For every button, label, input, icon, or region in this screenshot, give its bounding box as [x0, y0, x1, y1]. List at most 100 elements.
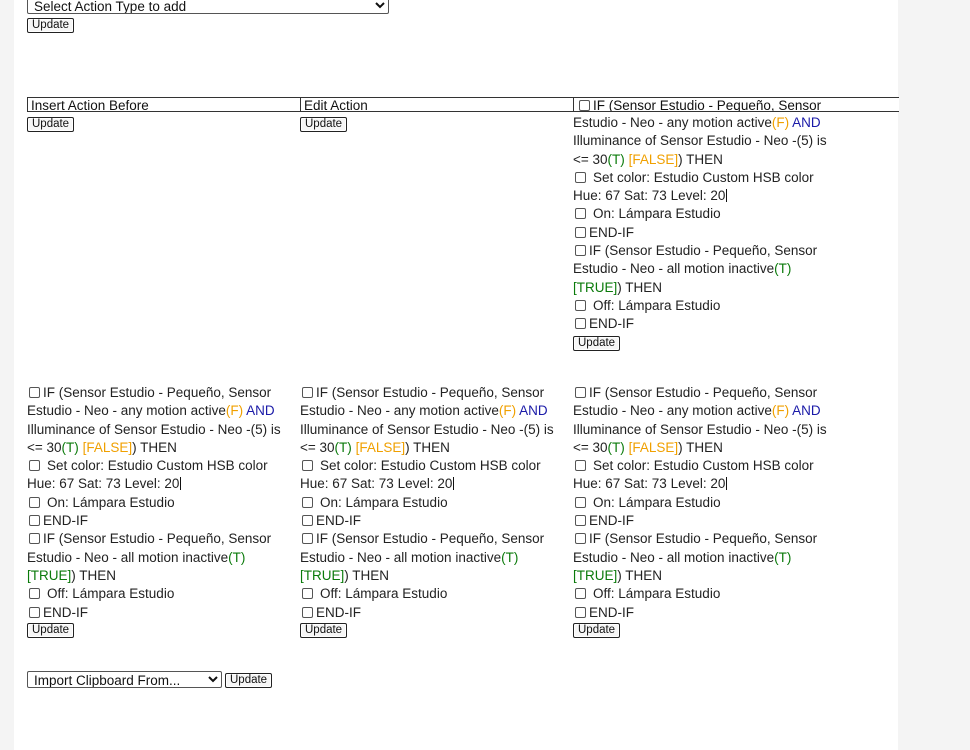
off-text: Off: Lámpara Estudio: [593, 297, 721, 313]
off-text: Off: Lámpara Estudio: [593, 586, 721, 602]
endif-line: END-IF: [27, 512, 295, 530]
endif2-line: END-IF: [573, 315, 841, 333]
if1-true-marker: (T): [607, 439, 625, 455]
if2-checkbox[interactable]: [29, 533, 40, 545]
if2-checkbox[interactable]: [575, 245, 586, 257]
header-if-checkbox[interactable]: [579, 100, 590, 111]
on-checkbox[interactable]: [575, 496, 586, 508]
endif-text: END-IF: [589, 513, 634, 529]
update-button-col3-row1[interactable]: Update: [573, 336, 621, 351]
if1-checkbox[interactable]: [575, 387, 586, 398]
set-color-line: Set color: Estudio Custom HSB color Hue:…: [300, 457, 568, 494]
if1-false-label: [FALSE]: [82, 439, 133, 455]
set-color-checkbox[interactable]: [575, 171, 586, 183]
endif-line: END-IF: [300, 512, 568, 530]
endif-text: END-IF: [316, 513, 361, 529]
off-checkbox[interactable]: [29, 588, 40, 600]
on-text: On: Lámpara Estudio: [593, 206, 721, 222]
if2-line: IF (Sensor Estudio - Pequeño, Sensor Est…: [27, 530, 295, 585]
endif2-text: END-IF: [316, 604, 361, 620]
update-button-row2-col3[interactable]: Update: [573, 623, 621, 638]
endif2-line: END-IF: [300, 604, 568, 622]
if2-checkbox[interactable]: [575, 533, 586, 545]
endif2-text: END-IF: [589, 604, 634, 620]
header-edit-action: Edit Action: [300, 97, 574, 112]
if1-line: IF (Sensor Estudio - Pequeño, Sensor Est…: [573, 384, 841, 457]
set-color-text: Set color: Estudio Custom HSB color Hue:…: [27, 458, 268, 492]
if1-checkbox[interactable]: [29, 387, 40, 398]
if1-line: IF (Sensor Estudio - Pequeño, Sensor Est…: [300, 384, 568, 457]
update-button-edit-row1[interactable]: Update: [300, 117, 348, 132]
if1-false-marker: (F): [771, 403, 790, 419]
page-content: [14, 0, 898, 750]
update-button-row2-col2[interactable]: Update: [300, 623, 348, 638]
import-clipboard-select[interactable]: Import Clipboard From...: [27, 671, 222, 688]
on-line: On: Lámpara Estudio: [300, 494, 568, 512]
if2-true-marker: (T): [501, 549, 519, 565]
endif-checkbox[interactable]: [302, 515, 313, 527]
set-color-text: Set color: Estudio Custom HSB color Hue:…: [300, 458, 541, 492]
off-checkbox[interactable]: [302, 588, 313, 600]
endif2-checkbox[interactable]: [29, 606, 40, 618]
set-color-line: Set color: Estudio Custom HSB color Hue:…: [573, 457, 841, 494]
endif-checkbox[interactable]: [575, 515, 586, 527]
endif2-checkbox[interactable]: [575, 606, 586, 618]
header-insert-action-before: Insert Action Before: [27, 97, 301, 112]
if2-then: ) THEN: [71, 567, 117, 583]
if2-true-marker: (T): [228, 549, 246, 565]
set-color-checkbox[interactable]: [575, 460, 586, 472]
endif-checkbox[interactable]: [29, 515, 40, 527]
header-if-action: IF (Sensor Estudio - Pequeño, Sensor: [573, 97, 899, 112]
on-checkbox[interactable]: [29, 496, 40, 508]
endif2-text: END-IF: [589, 316, 634, 332]
if2-true-marker: (T): [774, 261, 792, 277]
off-checkbox[interactable]: [575, 299, 586, 311]
off-checkbox[interactable]: [575, 588, 586, 600]
if2-line: IF (Sensor Estudio - Pequeño, Sensor Est…: [573, 530, 841, 585]
set-color-line: Set color: Estudio Custom HSB color Hue:…: [27, 457, 295, 494]
if2-true-label: [TRUE]: [573, 279, 618, 295]
if1-then: ) THEN: [678, 151, 723, 167]
if1-continued: Estudio - Neo - any motion active(F) AND…: [573, 114, 841, 169]
on-line: On: Lámpara Estudio: [573, 205, 841, 223]
if2-checkbox[interactable]: [302, 533, 313, 545]
update-button-row2-col1[interactable]: Update: [27, 623, 75, 638]
if1-then: ) THEN: [132, 439, 177, 455]
endif2-checkbox[interactable]: [575, 318, 586, 330]
on-line: On: Lámpara Estudio: [573, 494, 841, 512]
row2-col2-action-list: IF (Sensor Estudio - Pequeño, Sensor Est…: [300, 384, 568, 622]
if1-rest-text: Estudio - Neo - any motion active: [573, 115, 772, 130]
if2-then: ) THEN: [617, 567, 663, 583]
off-line: Off: Lámpara Estudio: [573, 585, 841, 603]
on-line: On: Lámpara Estudio: [27, 494, 295, 512]
endif2-checkbox[interactable]: [302, 606, 313, 618]
if2-true-label: [TRUE]: [300, 567, 345, 583]
if1-then: ) THEN: [405, 439, 450, 455]
if1-and: AND: [246, 403, 275, 419]
off-text: Off: Lámpara Estudio: [320, 586, 448, 602]
set-color-checkbox[interactable]: [29, 460, 40, 472]
endif-checkbox[interactable]: [575, 226, 586, 238]
endif2-text: END-IF: [43, 604, 88, 620]
on-checkbox[interactable]: [302, 496, 313, 508]
action-type-select[interactable]: Select Action Type to add: [27, 0, 389, 14]
text-caret: [180, 477, 182, 491]
if1-true-marker: (T): [607, 151, 625, 167]
row1-col3-action-list: Estudio - Neo - any motion active(F) AND…: [573, 114, 841, 334]
row2-col3-action-list: IF (Sensor Estudio - Pequeño, Sensor Est…: [573, 384, 841, 622]
on-checkbox[interactable]: [575, 208, 586, 220]
endif2-line: END-IF: [573, 604, 841, 622]
endif-line: END-IF: [573, 512, 841, 530]
endif-text: END-IF: [43, 513, 88, 529]
update-button-insert-row1[interactable]: Update: [27, 117, 75, 132]
endif-line: END-IF: [573, 224, 841, 242]
header-if-label: IF (Sensor Estudio - Pequeño, Sensor: [593, 98, 822, 112]
if1-and: AND: [792, 403, 821, 419]
update-button-bottom[interactable]: Update: [225, 673, 273, 688]
update-button-top[interactable]: Update: [27, 18, 75, 33]
set-color-checkbox[interactable]: [302, 460, 313, 472]
if2-true-marker: (T): [774, 549, 792, 565]
if1-true-marker: (T): [61, 439, 79, 455]
if1-checkbox[interactable]: [302, 387, 313, 398]
if2-line: IF (Sensor Estudio - Pequeño, Sensor Est…: [573, 242, 841, 297]
